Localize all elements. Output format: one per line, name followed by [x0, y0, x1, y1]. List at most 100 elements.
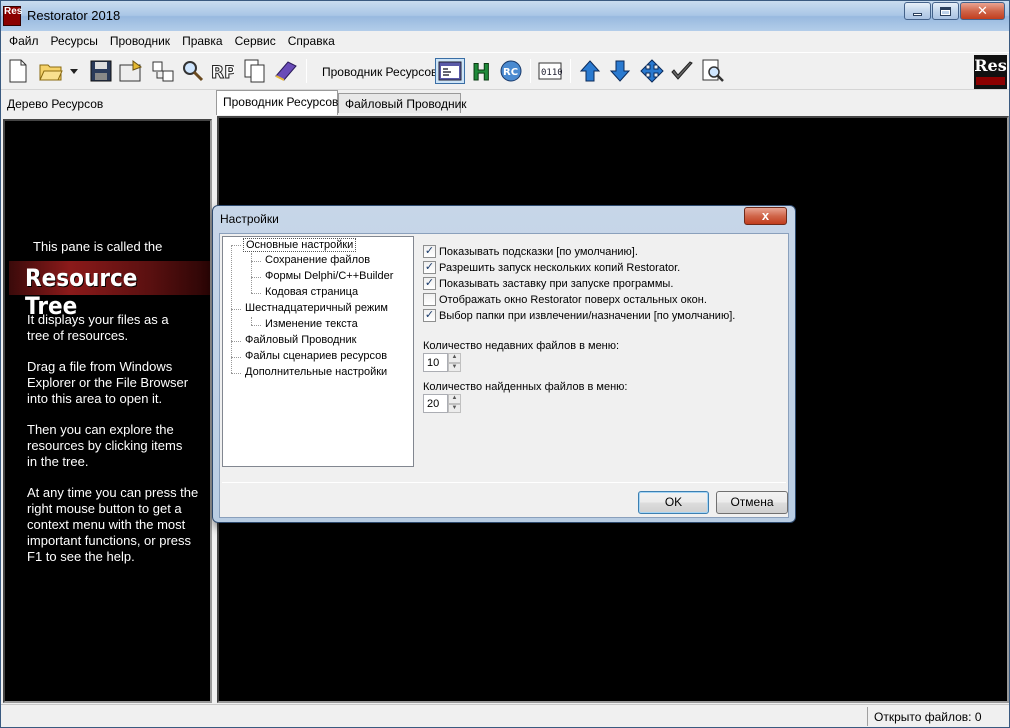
checkbox-unchecked[interactable] — [423, 293, 436, 306]
help-line: context menu with the most — [27, 517, 186, 532]
dialog-body: Основные настройки Сохранение файлов Фор… — [219, 233, 789, 518]
recent-files-stepper[interactable]: 10 ▲ ▼ — [423, 353, 461, 372]
help-line: F1 to see the help. — [27, 549, 135, 564]
menu-file[interactable]: Файл — [3, 31, 45, 51]
tree-item-hex-mode[interactable]: Шестнадцатеричный режим — [243, 302, 390, 314]
move-up-button[interactable] — [578, 58, 602, 84]
view-resources-button[interactable] — [435, 58, 465, 84]
tree-item-file-saving[interactable]: Сохранение файлов — [263, 254, 372, 266]
tab-resource-explorer[interactable]: Проводник Ресурсов — [216, 90, 338, 115]
option-show-splash[interactable]: ✓ Показывать заставку при запуске програм… — [423, 277, 673, 290]
tree-item-file-explorer[interactable]: Файловый Проводник — [243, 334, 358, 346]
dialog-close-button[interactable]: x — [744, 207, 787, 225]
rp-icon: RP — [211, 63, 235, 83]
option-folder-selection[interactable]: ✓ Выбор папки при извлечении/назначении [… — [423, 309, 735, 322]
help-line: resources by clicking items — [27, 438, 183, 453]
save-button[interactable] — [89, 58, 113, 84]
move-icon — [152, 61, 174, 82]
toolbar: RP Проводник Ресурсов: H RC 0110 Res — [1, 52, 1009, 90]
help-line: Then you can explore the — [27, 422, 174, 437]
close-button[interactable]: ✕ — [960, 2, 1005, 20]
h-button[interactable]: H — [469, 58, 493, 84]
tree-item-delphi-forms[interactable]: Формы Delphi/C++Builder — [263, 270, 395, 282]
view-resources-icon — [438, 61, 462, 81]
help-line: in the tree. — [27, 454, 89, 469]
option-always-on-top[interactable]: Отображать окно Restorator поверх осталь… — [423, 293, 707, 306]
minimize-button[interactable] — [904, 2, 931, 20]
spin-down-icon[interactable]: ▼ — [448, 362, 461, 372]
checkbox-checked[interactable]: ✓ — [423, 309, 436, 322]
open-button[interactable] — [39, 58, 63, 84]
res-logo: Res — [974, 55, 1007, 89]
window-title: Restorator 2018 — [27, 8, 121, 23]
tab-file-explorer[interactable]: Файловый Проводник — [338, 93, 467, 113]
help-line: tree of resources. — [27, 328, 129, 343]
maximize-icon — [940, 6, 951, 16]
open-folder-icon — [39, 64, 63, 81]
ok-button[interactable]: OK — [638, 491, 709, 514]
minimize-icon — [913, 12, 922, 16]
menu-resources[interactable]: Ресурсы — [45, 31, 104, 51]
save-icon — [90, 60, 112, 82]
tree-item-codepage[interactable]: Кодовая страница — [263, 286, 360, 298]
book-button[interactable] — [273, 58, 297, 84]
settings-tree[interactable]: Основные настройки Сохранение файлов Фор… — [222, 236, 414, 467]
cancel-button[interactable]: Отмена — [716, 491, 788, 514]
copy-button[interactable] — [243, 58, 267, 84]
h-icon: H — [472, 61, 491, 84]
move-button[interactable] — [151, 58, 175, 84]
svg-text:RP: RP — [211, 63, 234, 82]
menu-explorer[interactable]: Проводник — [104, 31, 176, 51]
pane-intro: This pane is called the — [33, 239, 163, 254]
find-button[interactable] — [701, 58, 725, 84]
svg-text:0110: 0110 — [541, 68, 562, 78]
resource-tree-pane[interactable]: This pane is called the Resource Tree It… — [3, 119, 212, 703]
tree-item-resource-scripts[interactable]: Файлы сценариев ресурсов — [243, 350, 389, 362]
menu-service[interactable]: Сервис — [229, 31, 282, 51]
recent-files-input[interactable]: 10 — [423, 353, 448, 372]
found-files-label: Количество найденных файлов в меню: — [423, 381, 628, 393]
explorer-label: Проводник Ресурсов: — [322, 65, 441, 79]
menu-help[interactable]: Справка — [282, 31, 341, 51]
checkbox-checked[interactable]: ✓ — [423, 277, 436, 290]
search-button[interactable] — [181, 58, 205, 84]
option-multiple-instances[interactable]: ✓ Разрешить запуск нескольких копий Resto… — [423, 261, 680, 274]
app-icon[interactable]: Res — [3, 6, 22, 26]
help-line: into this area to open it. — [27, 391, 163, 406]
arrow-down-icon — [609, 60, 631, 82]
expand-button[interactable] — [640, 58, 664, 84]
rc-button[interactable]: RC — [499, 58, 523, 84]
search-icon — [183, 61, 204, 82]
help-line: right mouse button to get a — [27, 501, 182, 516]
status-bar: Открыто файлов: 0 — [1, 704, 1009, 727]
spin-up-icon[interactable]: ▲ — [448, 353, 461, 363]
found-files-input[interactable]: 20 — [423, 394, 448, 413]
recent-files-label: Количество недавних файлов в меню: — [423, 340, 620, 352]
chevron-down-icon — [70, 69, 78, 74]
title-bar[interactable]: Res Restorator 2018 ✕ — [1, 1, 1009, 31]
dialog-separator — [222, 482, 786, 483]
find-icon — [702, 59, 724, 82]
help-line: Explorer or the File Browser — [27, 375, 189, 390]
files-open-status: Открыто файлов: 0 — [867, 707, 1007, 726]
found-files-stepper[interactable]: 20 ▲ ▼ — [423, 394, 461, 413]
tree-item-general[interactable]: Основные настройки — [243, 238, 357, 252]
binary-button[interactable]: 0110 — [538, 58, 562, 84]
move-down-button[interactable] — [608, 58, 632, 84]
new-file-button[interactable] — [6, 58, 30, 84]
spin-up-icon[interactable]: ▲ — [448, 394, 461, 404]
tree-item-text-edit[interactable]: Изменение текста — [263, 318, 360, 330]
tree-item-advanced[interactable]: Дополнительные настройки — [243, 366, 389, 378]
maximize-button[interactable] — [932, 2, 959, 20]
open-dropdown-button[interactable] — [67, 58, 81, 84]
menu-edit[interactable]: Правка — [176, 31, 229, 51]
help-line: Drag a file from Windows — [27, 359, 173, 374]
checkbox-checked[interactable]: ✓ — [423, 245, 436, 258]
save-as-button[interactable] — [119, 58, 143, 84]
check-button[interactable] — [670, 58, 694, 84]
option-show-hints[interactable]: ✓ Показывать подсказки [по умолчанию]. — [423, 245, 638, 258]
resource-tree-header: Дерево Ресурсов — [7, 97, 104, 111]
rp-button[interactable]: RP — [210, 58, 235, 84]
spin-down-icon[interactable]: ▼ — [448, 403, 461, 413]
checkbox-checked[interactable]: ✓ — [423, 261, 436, 274]
